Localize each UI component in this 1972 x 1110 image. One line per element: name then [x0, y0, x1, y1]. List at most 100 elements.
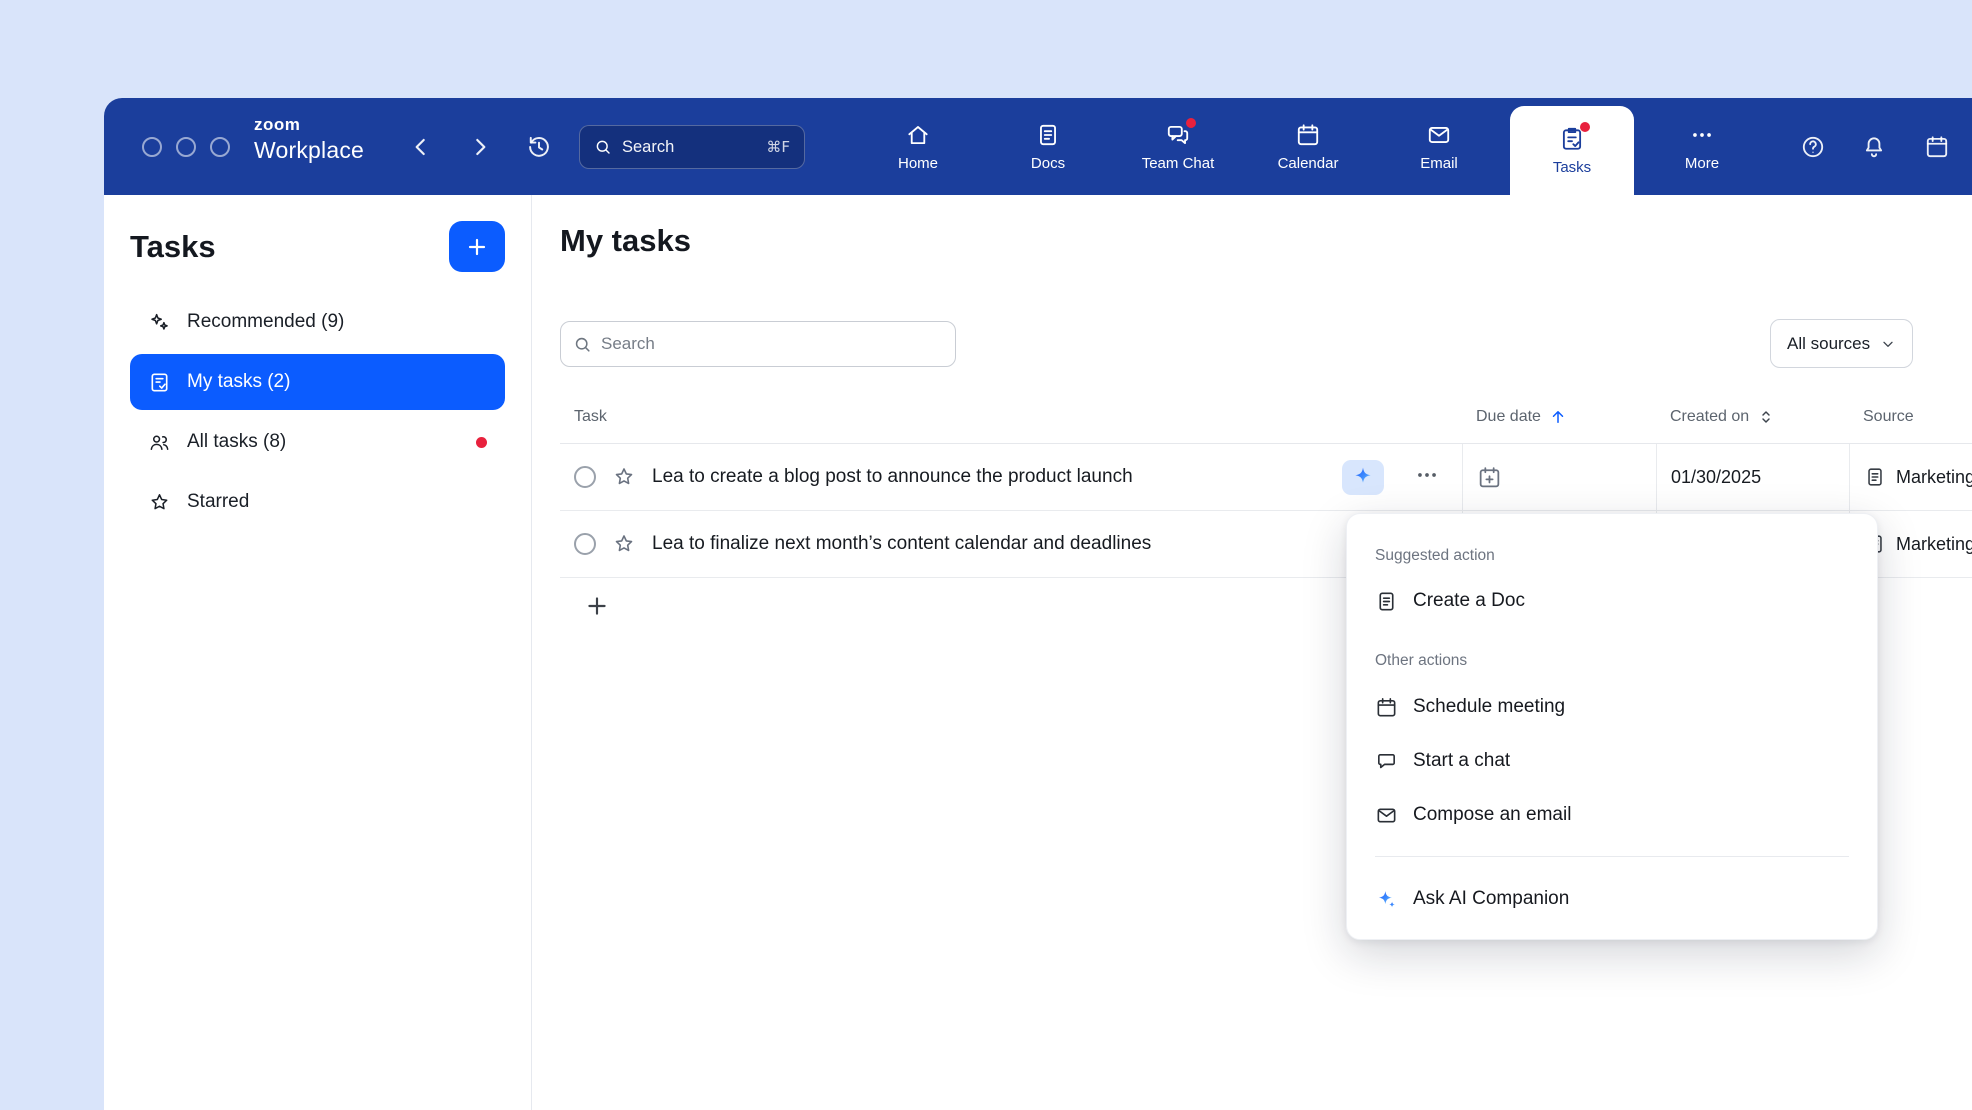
menu-section-label: Other actions: [1347, 642, 1877, 680]
sort-ascending-icon: [1549, 408, 1567, 426]
menu-divider: [1375, 856, 1849, 857]
task-checkbox[interactable]: [574, 533, 596, 555]
sources-filter-dropdown[interactable]: All sources: [1770, 319, 1913, 368]
sidebar-item-all-tasks[interactable]: All tasks (8): [130, 414, 505, 470]
nav-tasks[interactable]: Tasks: [1510, 106, 1634, 195]
search-placeholder: Search: [622, 138, 674, 157]
new-task-button[interactable]: [449, 221, 505, 272]
window-controls: [142, 137, 230, 157]
nav-label: Tasks: [1553, 159, 1591, 176]
nav-email[interactable]: Email: [1379, 98, 1499, 195]
menu-item-label: Ask AI Companion: [1413, 888, 1569, 910]
column-header-due-date[interactable]: Due date: [1462, 390, 1656, 443]
sort-toggle-icon: [1757, 408, 1775, 426]
add-due-date-button[interactable]: [1477, 465, 1502, 490]
nav-home[interactable]: Home: [858, 98, 978, 195]
tasks-sidebar: Tasks Recommended (9) My tasks (2) All t…: [104, 195, 532, 1110]
column-header-created-on[interactable]: Created on: [1656, 390, 1849, 443]
menu-item-create-doc[interactable]: Create a Doc: [1347, 574, 1877, 628]
table-row[interactable]: Lea to create a blog post to announce th…: [560, 444, 1972, 511]
menu-item-label: Schedule meeting: [1413, 696, 1565, 718]
side-panel-button[interactable]: [1924, 134, 1950, 160]
logo-workplace: Workplace: [254, 137, 364, 164]
zoom-workplace-logo: zoom Workplace: [254, 115, 364, 164]
notification-dot: [1186, 118, 1196, 128]
help-icon: [1800, 134, 1826, 160]
column-label: Source: [1863, 408, 1914, 426]
content-area: Tasks Recommended (9) My tasks (2) All t…: [104, 195, 1972, 1110]
plus-icon: [584, 593, 610, 619]
task-title: Lea to create a blog post to announce th…: [652, 466, 1133, 488]
sidebar-item-recommended[interactable]: Recommended (9): [130, 294, 505, 350]
sidebar-item-my-tasks[interactable]: My tasks (2): [130, 354, 505, 410]
sidebar-item-starred[interactable]: Starred: [130, 474, 505, 530]
nav-label: Home: [898, 155, 938, 172]
source-cell[interactable]: Marketing: [1849, 444, 1972, 510]
task-cell: Lea to finalize next month’s content cal…: [560, 511, 1462, 577]
search-icon: [573, 335, 592, 354]
task-search-input[interactable]: [601, 334, 943, 354]
top-navigation-bar: zoom Workplace Search ⌘F Home: [104, 98, 1972, 195]
table-header: Task Due date Created on Source: [560, 390, 1972, 444]
menu-item-ask-ai-companion[interactable]: Ask AI Companion: [1347, 871, 1877, 927]
column-header-task: Task: [560, 390, 1462, 443]
help-button[interactable]: [1800, 134, 1826, 160]
task-checkbox[interactable]: [574, 466, 596, 488]
menu-item-label: Create a Doc: [1413, 590, 1525, 612]
favorite-star-icon[interactable]: [612, 532, 636, 556]
team-chat-icon: [1165, 122, 1191, 148]
page-title: My tasks: [560, 223, 691, 259]
nav-label: Team Chat: [1142, 155, 1215, 172]
created-on-value: 01/30/2025: [1671, 467, 1761, 488]
menu-item-start-chat[interactable]: Start a chat: [1347, 734, 1877, 788]
menu-item-compose-email[interactable]: Compose an email: [1347, 788, 1877, 842]
column-label: Task: [574, 408, 607, 426]
sidebar-item-label: My tasks (2): [187, 371, 290, 393]
global-search[interactable]: Search ⌘F: [579, 125, 805, 169]
due-date-cell: [1462, 444, 1656, 510]
notifications-button[interactable]: [1861, 134, 1887, 160]
nav-more[interactable]: More: [1642, 98, 1762, 195]
window-control-dot[interactable]: [176, 137, 196, 157]
history-button[interactable]: [526, 134, 552, 160]
task-list-icon: [148, 371, 171, 394]
email-icon: [1375, 804, 1398, 827]
source-name: Marketing: [1896, 467, 1972, 488]
add-task-button[interactable]: [584, 593, 610, 619]
more-icon: [1689, 122, 1715, 148]
menu-section-label: Suggested action: [1347, 538, 1877, 574]
people-icon: [148, 431, 171, 454]
sidebar-item-label: Starred: [187, 491, 249, 513]
task-title: Lea to finalize next month’s content cal…: [652, 533, 1151, 555]
app-window: zoom Workplace Search ⌘F Home: [104, 98, 1972, 1110]
sidebar-item-label: Recommended (9): [187, 311, 344, 333]
column-header-source: Source: [1849, 390, 1972, 443]
nav-team-chat[interactable]: Team Chat: [1118, 98, 1238, 195]
menu-item-schedule-meeting[interactable]: Schedule meeting: [1347, 680, 1877, 734]
tasks-icon: [1559, 126, 1585, 152]
created-on-cell: 01/30/2025: [1656, 444, 1849, 510]
ai-sparkle-icon: [1351, 465, 1375, 489]
sparkles-icon: [148, 311, 171, 334]
logo-zoom: zoom: [254, 115, 364, 135]
search-shortcut: ⌘F: [766, 138, 790, 156]
chat-icon: [1375, 750, 1398, 773]
nav-label: More: [1685, 155, 1719, 172]
row-more-actions-button[interactable]: [1414, 462, 1444, 492]
ai-sparkle-icon: [1375, 888, 1398, 911]
history-clock-icon: [526, 134, 552, 160]
notification-dot: [1580, 122, 1590, 132]
source-name: Marketing: [1896, 534, 1972, 555]
nav-docs[interactable]: Docs: [988, 98, 1108, 195]
doc-icon: [1864, 466, 1886, 488]
favorite-star-icon[interactable]: [612, 465, 636, 489]
menu-item-label: Start a chat: [1413, 750, 1510, 772]
back-button[interactable]: [408, 134, 434, 160]
ai-companion-button[interactable]: [1342, 460, 1384, 495]
task-search[interactable]: [560, 321, 956, 367]
forward-button[interactable]: [467, 134, 493, 160]
nav-label: Calendar: [1278, 155, 1339, 172]
window-control-dot[interactable]: [210, 137, 230, 157]
window-control-dot[interactable]: [142, 137, 162, 157]
nav-calendar[interactable]: Calendar: [1248, 98, 1368, 195]
